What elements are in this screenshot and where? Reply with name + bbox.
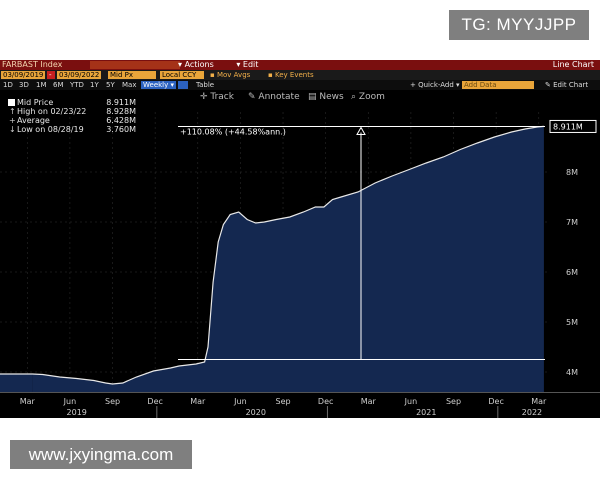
- x-tick-label: Jun: [63, 397, 77, 406]
- y-tick-label: 7M: [566, 218, 578, 227]
- last-value-label: 8.911M: [553, 122, 583, 131]
- watermark-top: TG: MYYJJPP: [449, 10, 589, 40]
- legend-label: High on 02/23/22: [17, 107, 87, 116]
- x-tick-label: Dec: [318, 397, 333, 406]
- change-annotation: +110.08% (+44.58%ann.): [180, 127, 286, 136]
- legend-item-high: ↑ High on 02/23/22 8.928M: [8, 107, 136, 116]
- x-tick-label: Mar: [190, 397, 206, 406]
- series-area-lead: [0, 374, 33, 392]
- average-marker-icon: +: [9, 116, 16, 125]
- x-tick-label: Dec: [488, 397, 503, 406]
- legend-item-mid-price: Mid Price 8.911M: [8, 98, 136, 107]
- legend-label: Mid Price: [17, 98, 54, 107]
- x-axis-band: [0, 392, 600, 418]
- legend-value: 6.428M: [106, 116, 136, 125]
- legend: Mid Price 8.911M ↑ High on 02/23/22 8.92…: [8, 98, 136, 134]
- year-label: 2020: [246, 408, 266, 417]
- x-tick-label: Jun: [404, 397, 418, 406]
- watermark-bottom: www.jxyingma.com: [10, 440, 192, 469]
- y-tick-label: 8M: [566, 168, 578, 177]
- x-tick-label: Sep: [105, 397, 120, 406]
- x-tick-label: Sep: [446, 397, 461, 406]
- low-marker-icon: ↓: [9, 125, 16, 134]
- x-tick-label: Mar: [20, 397, 36, 406]
- terminal-window: FARBAST Index ▾ Actions ▾ Edit Line Char…: [0, 60, 600, 418]
- year-label: 2019: [67, 408, 87, 417]
- x-tick-label: Jun: [233, 397, 247, 406]
- legend-label: Low on 08/28/19: [17, 125, 84, 134]
- legend-item-low: ↓ Low on 08/28/19 3.760M: [8, 125, 136, 134]
- high-marker-icon: ↑: [9, 107, 16, 116]
- x-tick-label: Mar: [361, 397, 377, 406]
- legend-value: 3.760M: [106, 125, 136, 134]
- year-label: 2022: [522, 408, 542, 417]
- y-tick-label: 4M: [566, 368, 578, 377]
- x-tick-label: Mar: [531, 397, 547, 406]
- x-tick-label: Dec: [147, 397, 162, 406]
- legend-swatch: [8, 99, 15, 106]
- legend-item-average: + Average 6.428M: [8, 116, 136, 125]
- year-label: 2021: [416, 408, 436, 417]
- series-area: [32, 126, 544, 393]
- x-tick-label: Sep: [275, 397, 290, 406]
- y-tick-label: 5M: [566, 318, 578, 327]
- legend-value: 8.928M: [106, 107, 136, 116]
- y-tick-label: 6M: [566, 268, 578, 277]
- series-layer: [0, 125, 544, 393]
- legend-label: Average: [17, 116, 50, 125]
- legend-value: 8.911M: [106, 98, 136, 107]
